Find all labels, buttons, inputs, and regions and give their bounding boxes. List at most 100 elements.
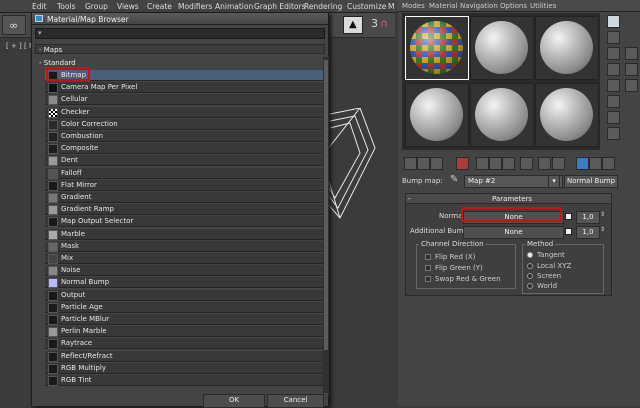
put-to-scene-icon[interactable] xyxy=(417,157,430,170)
map-list-item[interactable]: Cellular xyxy=(45,94,324,106)
map-list-item[interactable]: RGB Tint xyxy=(45,375,324,386)
method-localxyz-radio[interactable] xyxy=(527,263,533,269)
search-dropdown-icon[interactable]: ▾ xyxy=(38,29,42,37)
map-list-item[interactable]: Marble xyxy=(45,228,324,240)
go-forward-sibling-icon[interactable] xyxy=(589,157,602,170)
show-end-result-icon[interactable] xyxy=(552,157,565,170)
tools-icon[interactable] xyxy=(625,79,638,92)
menu-animation[interactable]: Animation xyxy=(215,2,253,11)
map-list-item[interactable]: Gradient xyxy=(45,192,324,203)
parameters-rollout-header[interactable]: - Parameters xyxy=(406,194,611,204)
show-map-icon[interactable] xyxy=(538,157,551,170)
background-icon[interactable] xyxy=(607,47,620,60)
link-icon: ∞ xyxy=(9,19,19,32)
flip-green-checkbox[interactable] xyxy=(425,265,431,271)
sample-slot-3[interactable] xyxy=(535,16,599,80)
sample-slot-2[interactable] xyxy=(470,16,534,80)
additional-bump-button[interactable]: None xyxy=(463,226,564,239)
sample-slot-6[interactable] xyxy=(535,83,599,147)
method-screen-radio[interactable] xyxy=(527,273,533,279)
sample-slot-5[interactable] xyxy=(470,83,534,147)
map-list-item[interactable]: Particle Age xyxy=(45,301,324,313)
pick-material-icon[interactable] xyxy=(602,157,615,170)
menu-graph-editors[interactable]: Graph Editors xyxy=(254,2,306,11)
browser-search-input[interactable]: ▾ xyxy=(35,28,325,39)
additional-amount-spinner[interactable]: 1,0 xyxy=(576,226,600,239)
map-list-item[interactable]: Composite xyxy=(45,143,324,155)
menu-options[interactable]: Options xyxy=(500,2,527,10)
magnet-icon[interactable]: ∩ xyxy=(380,17,388,30)
put-to-library-icon[interactable] xyxy=(502,157,515,170)
backlight-icon[interactable] xyxy=(607,31,620,44)
copy-material-icon[interactable] xyxy=(476,157,489,170)
spinner-arrows-icon[interactable]: ⇕ xyxy=(600,226,605,233)
map-type-button[interactable]: Normal Bump xyxy=(564,175,618,188)
map-list-item[interactable]: RGB Multiply xyxy=(45,362,324,374)
link-tool-button[interactable]: ∞ xyxy=(2,15,26,35)
menu-customize[interactable]: Customize xyxy=(347,2,386,11)
uv-tiling-icon[interactable] xyxy=(607,63,620,76)
menu-utilities[interactable]: Utilities xyxy=(530,2,556,10)
reset-map-icon[interactable] xyxy=(456,157,469,170)
normal-amount-spinner[interactable]: 1,0 xyxy=(576,211,600,224)
menu-material[interactable]: Material xyxy=(429,2,457,10)
map-list-item[interactable]: Mask xyxy=(45,240,324,252)
map-list-item[interactable]: Normal Bump xyxy=(45,277,324,289)
map-list-item[interactable]: Particle MBlur xyxy=(45,314,324,325)
sample-type-icon[interactable] xyxy=(607,15,620,28)
map-list-item[interactable]: Output xyxy=(45,289,324,301)
map-list-item[interactable]: Flat Mirror xyxy=(45,179,324,191)
sample-slot-1[interactable] xyxy=(405,16,469,80)
map-thumbnail-icon xyxy=(48,351,58,362)
select-object-button[interactable]: ▲ xyxy=(343,16,363,34)
map-list-item[interactable]: Gradient Ramp xyxy=(45,204,324,216)
navigator-icon[interactable] xyxy=(625,47,638,60)
spinner-arrows-icon[interactable]: ⇕ xyxy=(600,211,605,218)
method-world-radio[interactable] xyxy=(527,283,533,289)
make-preview-icon[interactable] xyxy=(607,95,620,108)
snap-3-icon[interactable]: 3 xyxy=(371,17,378,30)
map-list-item[interactable]: Perlin Marble xyxy=(45,326,324,338)
method-tangent-radio[interactable] xyxy=(527,252,533,258)
menu-edit[interactable]: Edit xyxy=(32,2,47,11)
menu-create[interactable]: Create xyxy=(147,2,172,11)
map-name-dropdown-icon[interactable]: ▾ xyxy=(548,175,560,188)
eyedropper-icon[interactable]: ✎ xyxy=(450,174,458,185)
material-map-navigator-icon[interactable] xyxy=(625,63,638,76)
map-list-item[interactable]: Camera Map Per Pixel xyxy=(45,82,324,94)
map-list-item[interactable]: Checker xyxy=(45,106,324,118)
map-list-item[interactable]: Color Correction xyxy=(45,118,324,130)
map-list-item[interactable]: Raytrace xyxy=(45,338,324,350)
menu-tools[interactable]: Tools xyxy=(57,2,75,11)
map-list-item[interactable]: Combustion xyxy=(45,131,324,142)
select-by-material-icon[interactable] xyxy=(607,127,620,140)
map-list-item[interactable]: Mix xyxy=(45,253,324,264)
material-id-icon[interactable] xyxy=(520,157,533,170)
scrollbar-thumb[interactable] xyxy=(324,60,328,350)
flip-red-checkbox[interactable] xyxy=(425,254,431,260)
options-icon[interactable] xyxy=(607,111,620,124)
menu-group[interactable]: Group xyxy=(85,2,108,11)
maps-group-header[interactable]: - Maps xyxy=(35,44,325,54)
map-list-item[interactable]: Map Output Selector xyxy=(45,216,324,228)
map-list-item[interactable]: Reflect/Refract xyxy=(45,350,324,362)
video-check-icon[interactable] xyxy=(607,79,620,92)
swap-red-green-checkbox[interactable] xyxy=(425,276,431,282)
menu-navigation[interactable]: Navigation xyxy=(460,2,498,10)
normal-enable-checkbox[interactable] xyxy=(565,213,572,220)
make-unique-icon[interactable] xyxy=(489,157,502,170)
browser-title-bar[interactable]: Material/Map Browser xyxy=(32,13,328,25)
map-list-item[interactable]: Noise xyxy=(45,265,324,277)
menu-modifiers[interactable]: Modifiers xyxy=(178,2,212,11)
go-to-parent-icon[interactable] xyxy=(576,157,589,170)
map-list-item[interactable]: Dent xyxy=(45,155,324,167)
menu-more[interactable]: M xyxy=(388,2,394,11)
menu-views[interactable]: Views xyxy=(117,2,139,11)
menu-rendering[interactable]: Rendering xyxy=(304,2,342,11)
additional-enable-checkbox[interactable] xyxy=(565,228,572,235)
menu-modes[interactable]: Modes xyxy=(402,2,425,10)
get-material-icon[interactable] xyxy=(404,157,417,170)
map-list-item[interactable]: Falloff xyxy=(45,167,324,179)
sample-slot-4[interactable] xyxy=(405,83,469,147)
assign-material-icon[interactable] xyxy=(430,157,443,170)
